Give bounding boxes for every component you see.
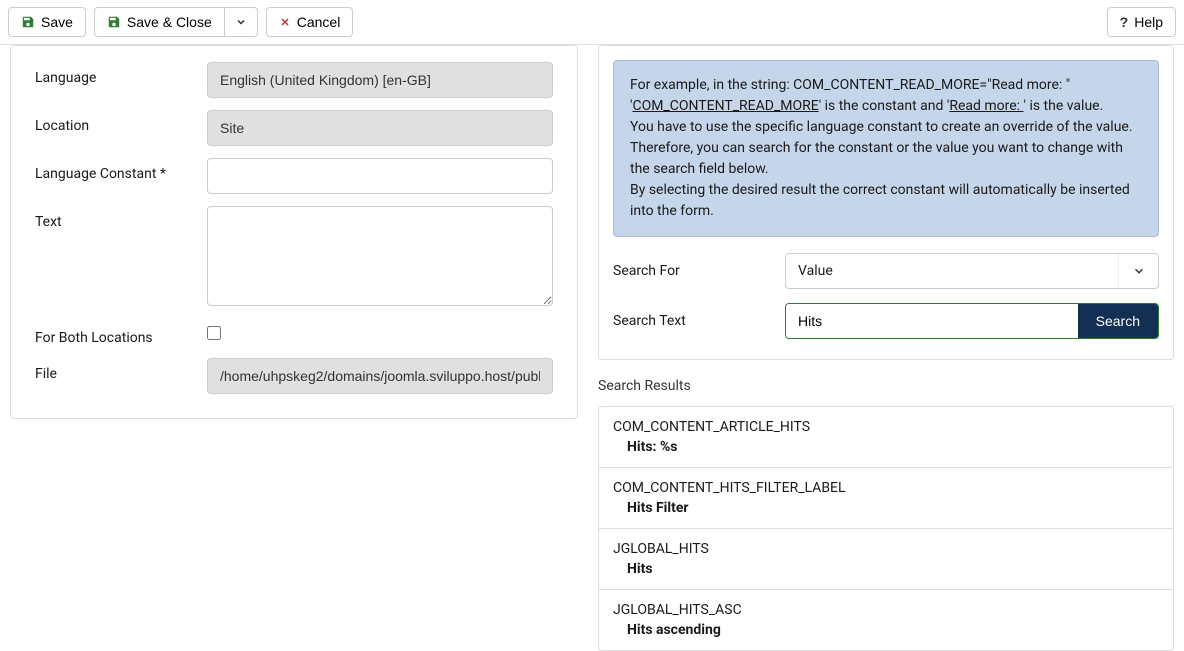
text-label: Text	[35, 206, 207, 230]
row-file: File	[35, 358, 553, 394]
left-column: Language Location Language Constant * Te…	[10, 45, 578, 651]
result-item[interactable]: JGLOBAL_HITS Hits	[599, 529, 1173, 590]
result-value: Hits: %s	[613, 439, 1159, 455]
language-field	[207, 62, 553, 98]
row-search-for: Search For Value	[613, 253, 1159, 289]
right-column: For example, in the string: COM_CONTENT_…	[598, 45, 1174, 651]
save-button[interactable]: Save	[8, 7, 86, 37]
save-label: Save	[41, 14, 73, 30]
info-value-underline: Read more:	[949, 98, 1023, 114]
search-button[interactable]: Search	[1078, 304, 1158, 338]
result-item[interactable]: JGLOBAL_HITS_ASC Hits ascending	[599, 590, 1173, 650]
help-icon: ?	[1120, 14, 1129, 30]
result-constant: JGLOBAL_HITS	[613, 541, 1159, 557]
result-constant: JGLOBAL_HITS_ASC	[613, 602, 1159, 618]
location-label: Location	[35, 110, 207, 134]
file-field	[207, 358, 553, 394]
info-line-1: For example, in the string: COM_CONTENT_…	[630, 75, 1142, 96]
search-for-value: Value	[798, 263, 833, 279]
file-label: File	[35, 358, 207, 382]
save-close-dropdown-button[interactable]	[225, 7, 258, 37]
info-line-3: You have to use the specific language co…	[630, 117, 1142, 180]
override-form-card: Language Location Language Constant * Te…	[10, 45, 578, 419]
cancel-button[interactable]: Cancel	[266, 7, 354, 37]
save-close-button[interactable]: Save & Close	[94, 7, 225, 37]
search-card: For example, in the string: COM_CONTENT_…	[598, 45, 1174, 360]
result-item[interactable]: COM_CONTENT_ARTICLE_HITS Hits: %s	[599, 407, 1173, 468]
help-button[interactable]: ? Help	[1107, 7, 1176, 37]
toolbar: Save Save & Close Cancel ? Help	[0, 0, 1184, 45]
result-constant: COM_CONTENT_HITS_FILTER_LABEL	[613, 480, 1159, 496]
search-for-label: Search For	[613, 263, 785, 279]
save-close-group: Save & Close	[94, 7, 258, 37]
result-item[interactable]: COM_CONTENT_HITS_FILTER_LABEL Hits Filte…	[599, 468, 1173, 529]
text-field[interactable]	[207, 206, 553, 306]
result-value: Hits	[613, 561, 1159, 577]
row-language: Language	[35, 62, 553, 98]
row-both: For Both Locations	[35, 322, 553, 346]
save-icon	[107, 15, 121, 29]
info-constant-underline: COM_CONTENT_READ_MORE	[632, 98, 818, 114]
chevron-down-icon	[235, 16, 247, 28]
help-label: Help	[1134, 14, 1163, 30]
constant-field[interactable]	[207, 158, 553, 194]
search-results-heading: Search Results	[598, 378, 1174, 394]
search-text-label: Search Text	[613, 313, 785, 329]
search-for-select[interactable]: Value	[785, 253, 1159, 289]
result-value: Hits ascending	[613, 622, 1159, 638]
cancel-icon	[279, 16, 291, 28]
result-constant: COM_CONTENT_ARTICLE_HITS	[613, 419, 1159, 435]
language-label: Language	[35, 62, 207, 86]
search-text-input[interactable]	[786, 304, 1078, 338]
constant-label: Language Constant *	[35, 158, 207, 182]
content: Language Location Language Constant * Te…	[0, 45, 1184, 651]
info-line-2: 'COM_CONTENT_READ_MORE' is the constant …	[630, 96, 1142, 117]
chevron-down-icon	[1118, 254, 1158, 288]
both-locations-checkbox[interactable]	[207, 326, 221, 340]
row-text: Text	[35, 206, 553, 310]
info-line-4: By selecting the desired result the corr…	[630, 180, 1142, 222]
save-close-label: Save & Close	[127, 14, 212, 30]
cancel-label: Cancel	[297, 14, 341, 30]
info-box: For example, in the string: COM_CONTENT_…	[613, 60, 1159, 237]
result-value: Hits Filter	[613, 500, 1159, 516]
both-locations-label: For Both Locations	[35, 322, 207, 346]
row-location: Location	[35, 110, 553, 146]
results-list: COM_CONTENT_ARTICLE_HITS Hits: %s COM_CO…	[598, 406, 1174, 651]
row-constant: Language Constant *	[35, 158, 553, 194]
search-input-group: Search	[785, 303, 1159, 339]
row-search-text: Search Text Search	[613, 303, 1159, 339]
save-icon	[21, 15, 35, 29]
location-field	[207, 110, 553, 146]
